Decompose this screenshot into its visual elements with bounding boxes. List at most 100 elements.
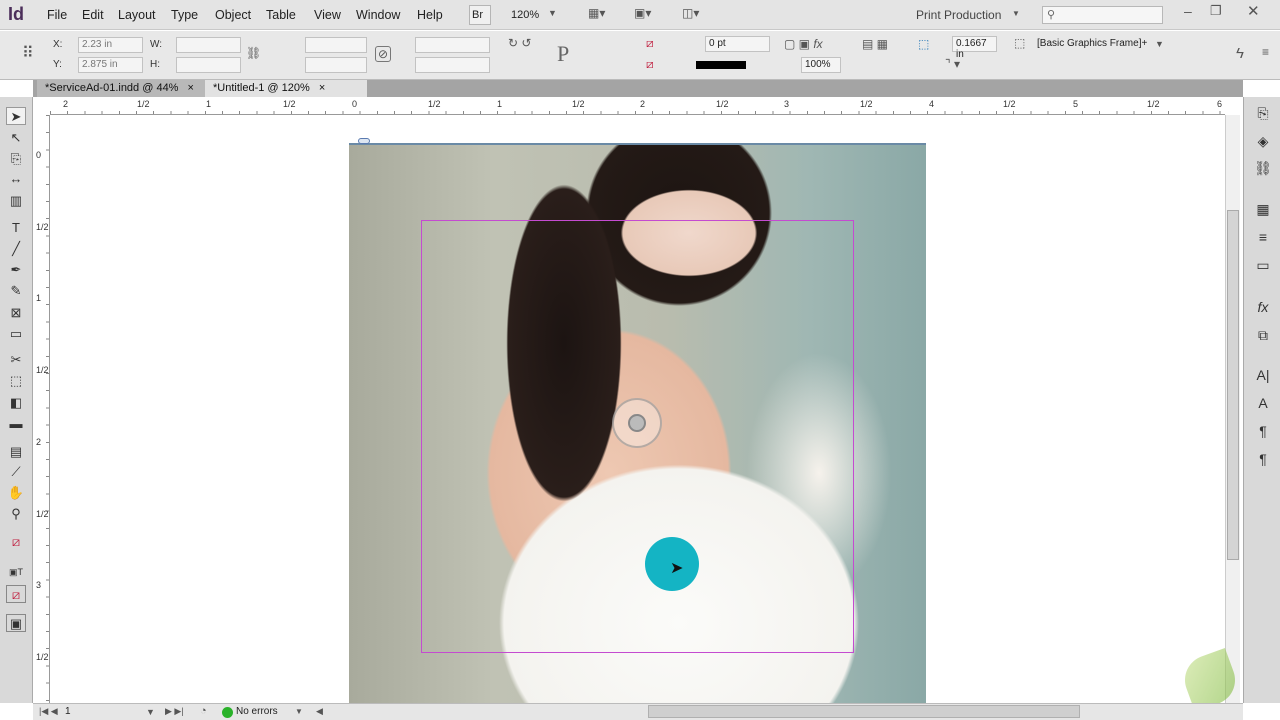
text-wrap-panel-icon[interactable]: ⧉ [1252,327,1274,347]
pages-panel-icon[interactable]: ⎘ [1252,105,1274,125]
vertical-scrollbar[interactable] [1225,115,1240,705]
rotate-cw-icon[interactable]: ↻ ↺ [508,36,531,50]
preflight-icon[interactable]: ◔ [200,705,207,717]
formatting-icon[interactable]: ▣T [6,563,26,581]
opacity-field[interactable]: 100% [801,57,841,73]
horizontal-ruler[interactable] [50,97,1225,115]
selection-tool-icon[interactable]: ➤ [6,107,26,125]
menu-edit[interactable]: Edit [82,8,104,22]
search-input[interactable]: ⚲ [1042,6,1163,24]
menu-window[interactable]: Window [356,8,400,22]
gradient-panel-icon[interactable]: ▭ [1252,257,1274,277]
swatches-panel-icon[interactable]: ▦ [1252,201,1274,221]
menu-table[interactable]: Table [266,8,296,22]
next-page-icon[interactable]: ▶ ▶| [165,706,184,717]
gradient-swatch-tool-icon[interactable]: ◧ [6,394,26,412]
menu-object[interactable]: Object [215,8,251,22]
object-style-dropdown[interactable]: [Basic Graphics Frame]+ [1037,38,1147,49]
note-tool-icon[interactable]: ▤ [6,443,26,461]
page-number-field[interactable]: 1 [65,706,71,717]
restore-button[interactable]: ❐ [1210,3,1222,19]
first-page-icon[interactable]: |◀ ◀ [39,706,58,717]
fill-none-icon[interactable]: ⧄ [646,36,654,51]
scale-y-field[interactable] [305,57,367,73]
apply-none-icon[interactable]: ⧄ [6,585,26,603]
scroll-left-icon[interactable]: ◀ [316,706,323,717]
screen-mode-icon[interactable]: ▣ [6,614,26,632]
close-icon[interactable]: × [319,82,325,94]
chevron-down-icon[interactable]: ▼ [1155,39,1164,49]
scissors-tool-icon[interactable]: ✂ [6,351,26,369]
line-tool-icon[interactable]: ╱ [6,240,26,258]
preflight-status[interactable]: No errors [236,706,278,717]
arrange-documents-icon[interactable]: ◫▾ [682,6,699,20]
h-field[interactable] [176,57,241,73]
text-wrap-icons[interactable]: ▤ ▦ [862,37,888,51]
gap-tool-icon[interactable]: ↔ [6,170,26,188]
frame-fitting-icon[interactable]: ⬚ [918,37,929,51]
tab-serviceAd[interactable]: *ServiceAd-01.indd @ 44% × [37,80,205,97]
stroke-type-swatch[interactable] [696,61,746,69]
menu-view[interactable]: View [314,8,341,22]
scroll-thumb[interactable] [1227,210,1239,560]
rectangle-frame-tool-icon[interactable]: ⊠ [6,304,26,322]
zoom-level-dropdown[interactable]: 120% [511,9,539,21]
type-tool-icon[interactable]: T [6,219,26,237]
shear-field[interactable] [415,57,490,73]
frame-link-icon[interactable] [358,138,370,144]
fill-stroke-icon[interactable]: ⧄ [6,533,26,551]
minimize-button[interactable]: – [1184,3,1192,19]
screen-mode-icon[interactable]: ▣▾ [634,6,651,20]
content-grabber[interactable] [612,398,662,448]
menu-type[interactable]: Type [171,8,198,22]
layers-panel-icon[interactable]: ◈ [1252,133,1274,153]
chevron-down-icon[interactable]: ▼ [548,8,557,18]
close-icon[interactable]: × [188,82,194,94]
rotation-field[interactable] [415,37,490,53]
direct-selection-tool-icon[interactable]: ↖ [6,129,26,147]
menu-layout[interactable]: Layout [118,8,156,22]
stroke-none-icon[interactable]: ⧄ [646,57,654,72]
pencil-tool-icon[interactable]: ✎ [6,282,26,300]
corner-options-icon[interactable]: ⌝ ▾ [945,57,960,71]
scale-x-field[interactable] [305,37,367,53]
stroke-weight-field[interactable]: 0 pt [705,36,770,52]
links-panel-icon[interactable]: ⛓ [1252,160,1274,180]
character-panel-icon[interactable]: A [1252,395,1274,415]
horizontal-scrollbar[interactable] [648,705,1080,718]
character-styles-icon[interactable]: A| [1252,367,1274,387]
workspace-switcher[interactable]: Print Production [916,8,1001,22]
vertical-ruler[interactable] [33,115,50,705]
quick-apply-icon[interactable]: ϟ [1236,45,1244,62]
paragraph-panel-icon[interactable]: ¶ [1252,451,1274,471]
chevron-down-icon[interactable]: ▼ [146,707,155,717]
link-icon[interactable]: ⊘ [375,46,392,62]
effects-panel-icon[interactable]: fx [1252,299,1274,319]
bridge-button[interactable]: Br [469,5,491,25]
chevron-down-icon[interactable]: ▼ [295,707,303,716]
zoom-tool-icon[interactable]: ⚲ [6,505,26,523]
x-field[interactable]: 2.23 in [78,37,143,53]
content-collector-icon[interactable]: ▥ [6,192,26,210]
offset-field[interactable]: 0.1667 in [952,36,997,60]
y-field[interactable]: 2.875 in [78,57,143,73]
gradient-feather-tool-icon[interactable]: ▬ [6,415,26,433]
page-tool-icon[interactable]: ⎘ [6,150,26,168]
free-transform-tool-icon[interactable]: ⬚ [6,372,26,390]
w-field[interactable] [176,37,241,53]
menu-help[interactable]: Help [417,8,443,22]
effects-icons[interactable]: ▢ ▣ fx [784,37,823,51]
hand-tool-icon[interactable]: ✋ [6,484,26,502]
pen-tool-icon[interactable]: ✒ [6,261,26,279]
paragraph-styles-icon[interactable]: ¶ [1252,423,1274,443]
stroke-panel-icon[interactable]: ≡ [1252,229,1274,249]
constrain-proportions-icon[interactable]: ⛓ [246,46,261,60]
chevron-down-icon[interactable]: ▼ [1012,9,1020,18]
reference-point-icon[interactable]: ⠿ [22,43,34,63]
close-button[interactable]: ✕ [1247,2,1260,20]
menu-file[interactable]: File [47,8,67,22]
rectangle-tool-icon[interactable]: ▭ [6,325,26,343]
tab-untitled[interactable]: *Untitled-1 @ 120% × [205,80,367,97]
view-options-icon[interactable]: ▦▾ [588,6,605,20]
eyedropper-tool-icon[interactable]: ⟋ [6,463,26,481]
